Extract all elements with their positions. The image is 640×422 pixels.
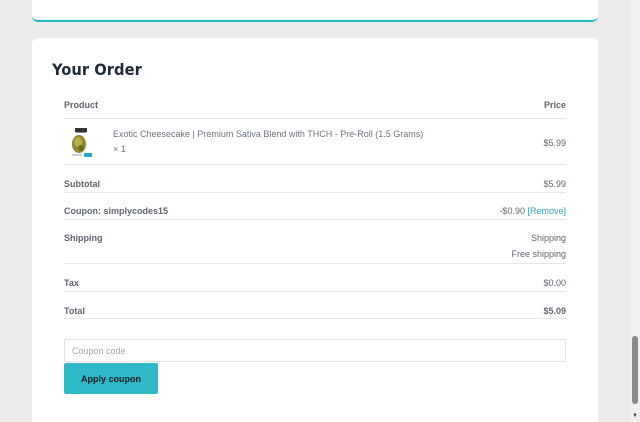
coupon-row: Coupon: simplycodes15 -$0.90 [Remove] — [64, 193, 566, 220]
shipping-value: Free shipping — [511, 249, 566, 259]
apply-coupon-button[interactable]: Apply coupon — [64, 363, 158, 394]
scrollbar-thumb[interactable] — [632, 336, 638, 404]
remove-coupon-link[interactable]: [Remove] — [527, 206, 566, 216]
page-scrollbar[interactable]: ▼ — [630, 0, 640, 422]
coupon-code-input[interactable] — [64, 339, 566, 362]
total-value: $5.09 — [543, 306, 566, 316]
tax-row: Tax $0.00 — [64, 264, 566, 292]
tax-label: Tax — [64, 278, 79, 288]
subtotal-label: Subtotal — [64, 179, 100, 189]
shipping-row: Shipping Shipping Free shipping — [64, 220, 566, 264]
scroll-down-arrow-icon[interactable]: ▼ — [630, 410, 640, 422]
product-quantity: × 1 — [113, 144, 126, 154]
coupon-value-group: -$0.90 [Remove] — [499, 206, 566, 216]
total-row: Total $5.09 — [64, 292, 566, 319]
previous-section-card — [32, 0, 598, 22]
product-name: Exotic Cheesecake | Premium Sativa Blend… — [113, 129, 424, 139]
order-summary-card: Your Order Product Price Exotic Cheeseca… — [32, 38, 598, 422]
product-price: $5.99 — [543, 138, 566, 148]
product-column-header: Product — [64, 100, 99, 110]
product-row: Exotic Cheesecake | Premium Sativa Blend… — [64, 119, 566, 165]
shipping-method: Shipping — [530, 233, 566, 243]
subtotal-row: Subtotal $5.99 — [64, 165, 566, 193]
subtotal-value: $5.99 — [543, 179, 566, 189]
coupon-discount-value: -$0.90 — [499, 206, 525, 216]
shipping-label: Shipping — [64, 233, 103, 243]
tax-value: $0.00 — [543, 278, 566, 288]
pre-roll-product-image — [72, 128, 92, 157]
coupon-label: Coupon: simplycodes15 — [64, 206, 169, 216]
total-label: Total — [64, 306, 85, 316]
table-header-row: Product Price — [64, 98, 566, 119]
order-title: Your Order — [52, 60, 142, 79]
price-column-header: Price — [543, 100, 566, 110]
